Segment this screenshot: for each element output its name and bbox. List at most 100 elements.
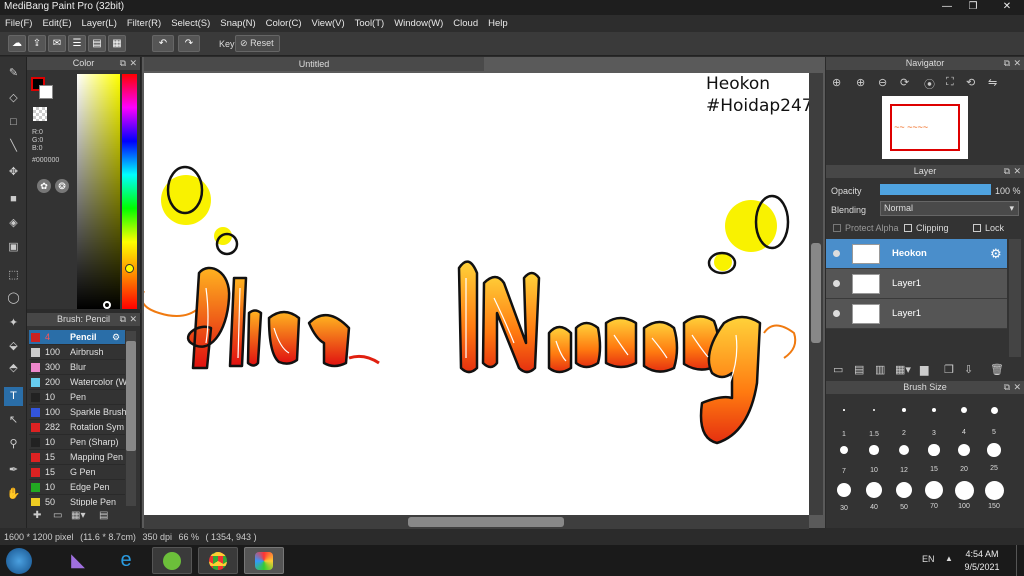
- brush-item[interactable]: 15 Mapping Pen: [29, 450, 125, 465]
- brush-size-cell[interactable]: 1.5: [859, 396, 889, 438]
- brush-size-cell[interactable]: 5: [979, 396, 1009, 436]
- close-icon[interactable]: ✕: [1013, 165, 1021, 178]
- lock-checkbox[interactable]: [973, 224, 981, 232]
- new-brush-icon[interactable]: ▭: [53, 510, 67, 524]
- brush-item[interactable]: 100 Sparkle Brush: [29, 405, 126, 420]
- brush-size-cell[interactable]: 150: [979, 476, 1009, 510]
- magic-wand-tool-icon[interactable]: ✦: [4, 314, 23, 333]
- zoom-fit-icon[interactable]: ⊕: [832, 76, 841, 89]
- brush-item[interactable]: 10 Edge Pen: [29, 480, 125, 495]
- duplicate-layer-icon[interactable]: ❐: [944, 363, 954, 376]
- navigator-preview[interactable]: ~~ ~~~~: [882, 96, 968, 159]
- close-button[interactable]: ✕: [992, 0, 1022, 14]
- saturation-value-picker[interactable]: [77, 74, 120, 309]
- menu-window[interactable]: Window(W): [389, 15, 448, 32]
- brush-size-cell[interactable]: 100: [949, 476, 979, 510]
- operation-tool-icon[interactable]: ↖: [4, 411, 23, 430]
- pen-tool-icon[interactable]: ✒: [4, 461, 23, 480]
- line-tool-icon[interactable]: ╲: [4, 137, 23, 156]
- menu-file[interactable]: File(F): [0, 15, 37, 32]
- visual-studio-icon[interactable]: ◣: [58, 547, 98, 574]
- close-icon[interactable]: ✕: [129, 57, 137, 70]
- menu-cloud[interactable]: Cloud: [448, 15, 483, 32]
- picker-cursor[interactable]: [103, 301, 111, 309]
- brush-size-cell[interactable]: 2: [889, 396, 919, 437]
- brush-list-scrollbar[interactable]: [126, 331, 136, 506]
- menu-filter[interactable]: Filter(R): [122, 15, 166, 32]
- brush-item[interactable]: 200 Watercolor (W: [29, 375, 126, 390]
- opacity-slider[interactable]: [880, 184, 991, 195]
- undock-icon[interactable]: ⧉: [120, 313, 126, 326]
- share-icon[interactable]: ⇪: [28, 35, 46, 52]
- bucket-tool-icon[interactable]: ◈: [4, 214, 23, 233]
- reset-rotation-icon[interactable]: ⦿: [924, 76, 935, 92]
- new-layer-icon[interactable]: ▭: [833, 363, 843, 376]
- rotate-left-icon[interactable]: ⟲: [966, 76, 975, 89]
- hue-slider[interactable]: [122, 74, 137, 309]
- brush-size-cell[interactable]: 15: [919, 436, 949, 473]
- zoom-out-icon[interactable]: ⊖: [878, 76, 887, 89]
- delete-layer-icon[interactable]: 🗑: [990, 363, 1004, 376]
- brush-menu-icon[interactable]: ▦▾: [71, 510, 93, 524]
- brush-size-cell[interactable]: 1: [829, 396, 859, 438]
- add-brush-icon[interactable]: ✚: [33, 510, 47, 524]
- brush-size-cell[interactable]: 30: [829, 476, 859, 512]
- menu-help[interactable]: Help: [483, 15, 513, 32]
- brush-size-cell[interactable]: 4: [949, 396, 979, 436]
- menu-edit[interactable]: Edit(E): [37, 15, 76, 32]
- close-icon[interactable]: ✕: [1013, 57, 1021, 70]
- layer-row[interactable]: Layer1: [826, 299, 1007, 329]
- grid-icon[interactable]: ▦: [108, 35, 126, 52]
- visibility-toggle-icon[interactable]: [833, 250, 840, 257]
- comment-icon[interactable]: ✉: [48, 35, 66, 52]
- folder-icon[interactable]: ▆: [920, 363, 928, 376]
- move-tool-icon[interactable]: ✥: [4, 163, 23, 182]
- redo-icon[interactable]: ↷: [178, 35, 200, 52]
- canvas[interactable]: Heokon #Hoidap247: [144, 73, 809, 515]
- blending-select[interactable]: Normal ▾: [880, 201, 1019, 216]
- internet-explorer-icon[interactable]: e: [106, 547, 146, 574]
- transparent-color-swatch[interactable]: [33, 107, 47, 121]
- protect-alpha-checkbox[interactable]: [833, 224, 841, 232]
- undo-icon[interactable]: ↶: [152, 35, 174, 52]
- lasso-tool-icon[interactable]: ◯: [4, 289, 23, 308]
- vertical-scrollbar[interactable]: [809, 73, 823, 515]
- hue-slider-handle[interactable]: [125, 264, 134, 273]
- brush-size-cell[interactable]: 70: [919, 476, 949, 510]
- list-icon[interactable]: ☰: [68, 35, 86, 52]
- eraser-tool-icon[interactable]: ◇: [4, 89, 23, 108]
- background-color-swatch[interactable]: [39, 85, 53, 99]
- maximize-button[interactable]: ❐: [962, 0, 984, 14]
- cloud-icon[interactable]: ☁: [8, 35, 26, 52]
- undock-icon[interactable]: ⧉: [1004, 57, 1010, 70]
- clipping-checkbox[interactable]: [904, 224, 912, 232]
- menu-view[interactable]: View(V): [307, 15, 350, 32]
- brush-size-cell[interactable]: 7: [829, 436, 859, 475]
- app-icon-green[interactable]: [152, 547, 192, 574]
- brush-list-scroll-thumb[interactable]: [126, 341, 136, 451]
- menu-select[interactable]: Select(S): [166, 15, 215, 32]
- start-button[interactable]: [6, 548, 32, 574]
- hand-tool-icon[interactable]: ✋: [4, 485, 23, 504]
- fit-screen-icon[interactable]: ⛶: [946, 76, 954, 89]
- brush-item[interactable]: 4 Pencil ⚙: [29, 330, 125, 345]
- brush-size-cell[interactable]: 3: [919, 396, 949, 437]
- brush-size-cell[interactable]: 25: [979, 436, 1009, 472]
- layer-row[interactable]: Heokon ⚙: [826, 239, 1007, 269]
- brush-size-cell[interactable]: 10: [859, 436, 889, 474]
- brush-size-cell[interactable]: 12: [889, 436, 919, 474]
- brush-size-cell[interactable]: 50: [889, 476, 919, 511]
- menu-tool[interactable]: Tool(T): [350, 15, 390, 32]
- chrome-icon[interactable]: [198, 547, 238, 574]
- brush-settings-gear-icon[interactable]: ⚙: [112, 330, 120, 345]
- vertical-scroll-thumb[interactable]: [811, 243, 821, 343]
- reset-button[interactable]: ⊘ Reset: [235, 35, 280, 52]
- close-icon[interactable]: ✕: [129, 313, 137, 326]
- brush-item[interactable]: 300 Blur: [29, 360, 125, 375]
- merge-layer-icon[interactable]: ⇩: [964, 363, 973, 376]
- menu-color[interactable]: Color(C): [261, 15, 307, 32]
- brush-settings-icon[interactable]: ▤: [99, 510, 113, 524]
- document-tab[interactable]: Untitled: [144, 57, 484, 71]
- minimize-button[interactable]: —: [936, 0, 958, 14]
- brush-item[interactable]: 10 Pen: [29, 390, 125, 405]
